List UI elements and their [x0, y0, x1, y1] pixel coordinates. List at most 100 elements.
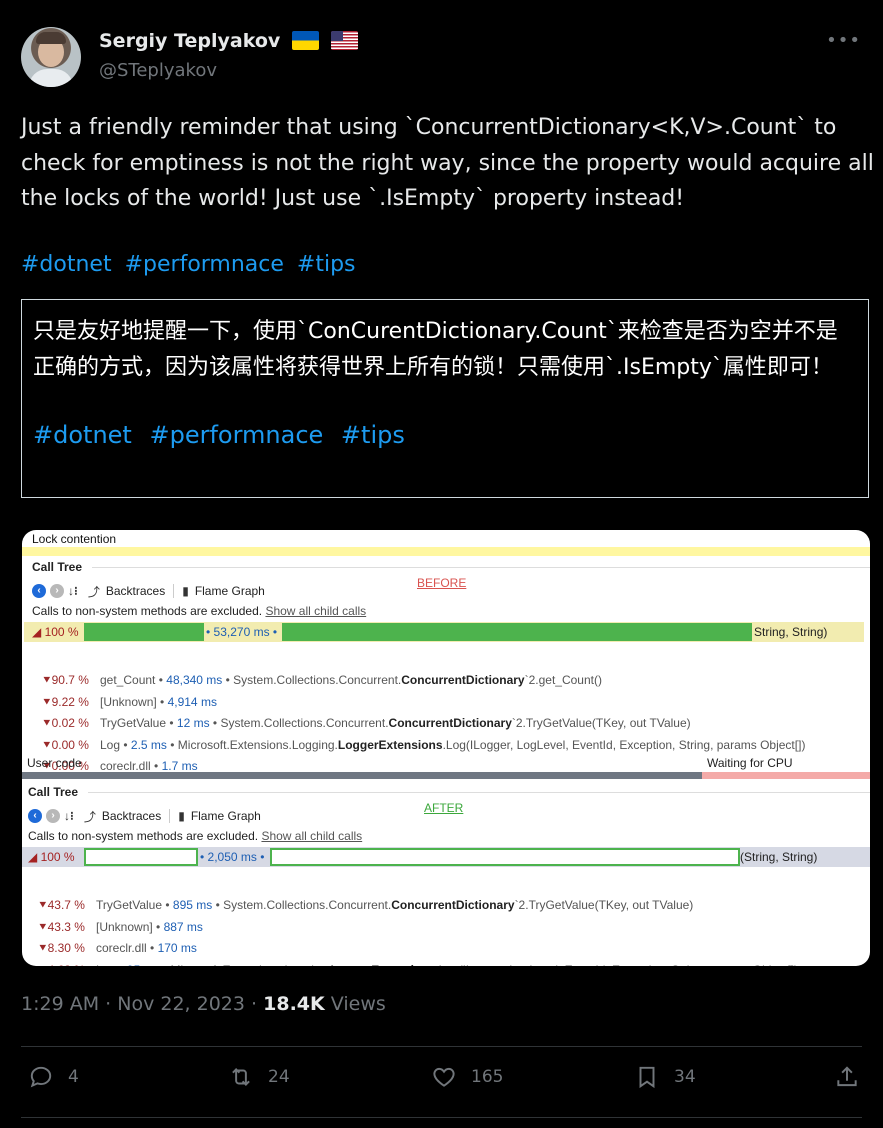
root-time: • 53,270 ms •	[206, 625, 278, 639]
call-tree-row[interactable]: ⯆0.00 % Log • 2.5 ms • Microsoft.Extensio…	[42, 735, 805, 755]
row-namespace: • System.Collections.Concurrent.	[212, 898, 392, 912]
meta-separator: ·	[105, 993, 112, 1015]
call-tree-before: Call Tree ‹ › ↓⁝ ⤴ Backtraces ▮ Flame Gr…	[22, 560, 870, 773]
bookmark-count: 34	[674, 1067, 696, 1087]
translation-hashtag-performnace[interactable]: #performnace	[149, 421, 323, 449]
reply-icon	[30, 1066, 52, 1088]
views-count: 18.4K	[263, 993, 325, 1015]
row-signature: .Log(ILogger, LogLevel, EventId, Excepti…	[442, 737, 806, 752]
call-tree-row[interactable]: ⯆8.30 % coreclr.dll • 170 ms	[38, 938, 197, 958]
row-percent: ⯆4.63 %	[38, 960, 96, 967]
hashtag-performnace[interactable]: #performnace	[125, 252, 284, 277]
root-time-value: 53,270 ms	[213, 625, 270, 639]
row-percent: ⯆8.30 %	[38, 941, 85, 955]
row-method: TryGetValue •	[100, 716, 174, 730]
row-signature: .Log(ILogger, LogLevel, EventId, Excepti…	[435, 963, 798, 967]
row-method: TryGetValue •	[96, 898, 170, 912]
row-time: 887 ms	[163, 919, 203, 934]
row-class: ConcurrentDictionary	[401, 673, 525, 687]
call-tree-toolbar: ‹ › ↓⁝ ⤴ Backtraces ▮ Flame Graph	[32, 582, 265, 600]
forward-icon[interactable]: ›	[50, 584, 64, 598]
root-row[interactable]: ◢ 100 % • 2,050 ms • (String, String)	[22, 847, 870, 867]
like-count: 165	[471, 1067, 504, 1087]
repost-button[interactable]: 24	[228, 1064, 290, 1090]
root-suffix: (String, String)	[740, 850, 818, 864]
reply-button[interactable]: 4	[28, 1064, 79, 1090]
forward-icon[interactable]: ›	[46, 809, 60, 823]
call-tree-row[interactable]: ⯆9.22 % [Unknown] • 4,914 ms	[42, 692, 217, 712]
like-button[interactable]: 165	[431, 1064, 503, 1090]
divider	[21, 1046, 862, 1047]
views-label: Views	[330, 993, 386, 1015]
action-bar: 4 24 165 34	[28, 1064, 864, 1100]
call-tree-row[interactable]: ⯆4.63 %Log • 95 ms • Microsoft.Extension…	[38, 960, 798, 967]
hashtag-tips[interactable]: #tips	[297, 252, 356, 277]
back-icon[interactable]: ‹	[28, 809, 42, 823]
row-percent: ⯆43.7 %	[38, 898, 85, 912]
row-namespace: • Microsoft.Extensions.Logging.	[166, 737, 338, 752]
row-percent: ⯆9.22 %	[42, 694, 89, 709]
avatar[interactable]	[21, 27, 81, 87]
after-label: AFTER	[424, 801, 464, 815]
row-time: 895 ms	[172, 898, 213, 912]
lock-contention-bar	[22, 547, 870, 556]
call-tree-row[interactable]: ⯆43.7 % TryGetValue • 895 ms • System.Col…	[38, 895, 693, 915]
share-icon	[837, 1066, 857, 1087]
backtraces-button[interactable]: Backtraces	[102, 809, 161, 823]
flame-graph-button[interactable]: Flame Graph	[195, 584, 265, 598]
call-tree-row[interactable]: ⯆90.7 % get_Count • 48,340 ms • System.Co…	[42, 670, 602, 690]
backtraces-icon: ⤴	[87, 584, 100, 599]
share-button[interactable]	[834, 1064, 874, 1090]
show-all-child-calls-link[interactable]: Show all child calls	[261, 829, 362, 843]
attached-image[interactable]: Lock contention Call Tree ‹ › ↓⁝ ⤴ Backt…	[22, 530, 870, 966]
row-method: Log •	[100, 737, 128, 752]
author-name[interactable]: Sergiy Teplyakov	[99, 30, 358, 52]
row-time: 2.5 ms	[130, 737, 167, 752]
root-row[interactable]: ◢ 100 % • 53,270 ms • String, String)	[24, 622, 864, 642]
tweet-time[interactable]: 1:29 AM	[21, 993, 99, 1015]
translation-hashtags: #dotnet #performnace #tips	[33, 421, 857, 449]
redacted-block	[84, 623, 204, 641]
author-handle[interactable]: @STeplyakov	[99, 60, 217, 81]
excluded-note: Calls to non-system methods are excluded…	[28, 829, 362, 843]
repost-count: 24	[268, 1067, 290, 1087]
call-tree-row[interactable]: ⯆0.02 % TryGetValue • 12 ms • System.Coll…	[42, 713, 691, 733]
thread-state-bar: User code Waiting for CPU	[22, 753, 870, 779]
row-method: coreclr.dll •	[96, 941, 155, 955]
sort-icon[interactable]: ↓⁝	[68, 584, 78, 598]
row-class: ConcurrentDictionary	[388, 716, 512, 730]
row-namespace: • Microsoft.Extensions.Logging.	[160, 963, 331, 967]
back-icon[interactable]: ‹	[32, 584, 46, 598]
author-name-text[interactable]: Sergiy Teplyakov	[99, 30, 280, 52]
hashtag-dotnet[interactable]: #dotnet	[21, 252, 112, 277]
call-tree-after: Call Tree ‹ › ↓⁝ ⤴ Backtraces ▮ Flame Gr…	[22, 785, 870, 966]
translation-hashtag-dotnet[interactable]: #dotnet	[33, 421, 132, 449]
row-method: [Unknown] •	[100, 694, 165, 709]
backtraces-button[interactable]: Backtraces	[106, 584, 165, 598]
show-all-child-calls-link[interactable]: Show all child calls	[265, 604, 366, 618]
sort-icon[interactable]: ↓⁝	[64, 809, 74, 823]
row-signature: `2.get_Count()	[524, 673, 602, 687]
excluded-note: Calls to non-system methods are excluded…	[32, 604, 366, 618]
tweet-text: Just a friendly reminder that using `Con…	[21, 115, 874, 211]
user-code-bar	[22, 772, 702, 779]
redacted-block	[270, 848, 740, 866]
redacted-block	[282, 623, 752, 641]
call-tree-row[interactable]: ⯆43.3 % [Unknown] • 887 ms	[38, 917, 203, 937]
bookmark-button[interactable]: 34	[634, 1064, 696, 1090]
flame-graph-button[interactable]: Flame Graph	[191, 809, 261, 823]
row-class: LoggerExtensions	[331, 963, 436, 967]
row-time: 95 ms	[127, 963, 160, 967]
waiting-for-cpu-bar	[702, 772, 870, 779]
tweet-date[interactable]: Nov 22, 2023	[117, 993, 245, 1015]
row-percent: ⯆0.00 %	[42, 737, 89, 752]
row-namespace: • System.Collections.Concurrent.	[222, 673, 402, 687]
row-time: 12 ms	[176, 716, 210, 730]
translation-box: 只是友好地提醒一下，使用`ConCurentDictionary.Count`来…	[21, 299, 869, 498]
root-time-value: 2,050 ms	[207, 850, 257, 864]
root-percent: ◢ 100 %	[28, 850, 75, 864]
row-percent: ⯆0.02 %	[42, 716, 89, 730]
translation-hashtag-tips[interactable]: #tips	[341, 421, 405, 449]
excluded-text: Calls to non-system methods are excluded…	[28, 829, 259, 843]
more-options-icon[interactable]: •••	[826, 30, 861, 51]
